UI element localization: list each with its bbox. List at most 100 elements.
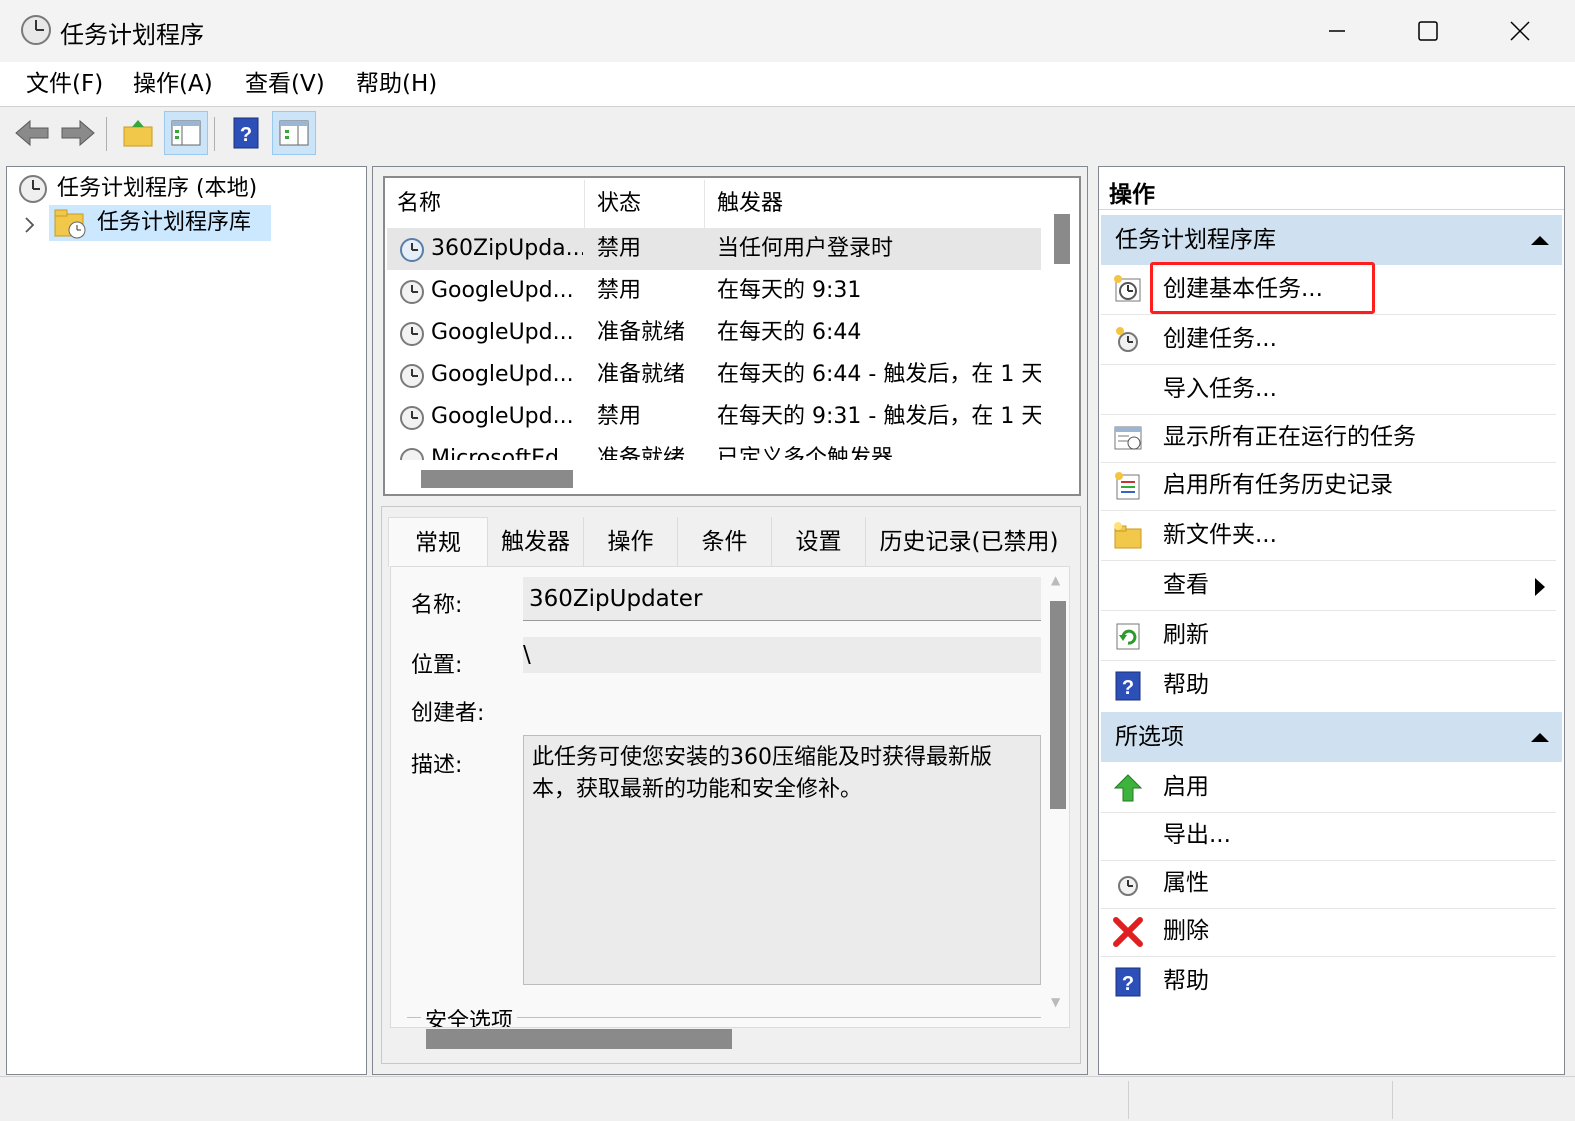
section-library-title: 任务计划程序库	[1115, 227, 1276, 253]
detail-horizontal-scroll-thumb[interactable]	[426, 1029, 732, 1049]
collapse-up-icon[interactable]	[1530, 731, 1550, 743]
table-row[interactable]: GoogleUpd... 准备就绪 在每天的 6:44 - 触发后，在 1 天	[387, 354, 1041, 396]
action-refresh[interactable]: 刷新	[1101, 611, 1556, 661]
name-label: 名称:	[411, 593, 463, 618]
action-pane-icon	[279, 120, 309, 146]
collapse-up-icon[interactable]	[1530, 234, 1550, 246]
task-name: GoogleUpd...	[431, 404, 574, 429]
action-label: 导入任务...	[1163, 376, 1277, 402]
task-name: 360ZipUpda...	[431, 236, 583, 261]
action-label: 属性	[1163, 870, 1209, 896]
description-label: 描述:	[411, 753, 463, 778]
list-horizontal-scroll-thumb[interactable]	[421, 470, 573, 488]
location-field[interactable]: \	[523, 637, 1041, 673]
scroll-thumb[interactable]	[1054, 214, 1070, 264]
table-row[interactable]: GoogleUpd... 准备就绪 在每天的 6:44	[387, 312, 1041, 354]
task-clock-icon	[400, 280, 424, 304]
action-export[interactable]: 导出...	[1101, 811, 1556, 861]
tab-settings[interactable]: 设置	[772, 517, 866, 567]
column-header-status[interactable]: 状态	[585, 180, 705, 228]
task-name: GoogleUpd...	[431, 362, 574, 387]
tab-conditions[interactable]: 条件	[678, 517, 772, 567]
back-button[interactable]	[10, 111, 54, 155]
task-name: MicrosoftEd...	[431, 446, 580, 460]
tree-root[interactable]: 任务计划程序 (本地)	[57, 173, 257, 205]
menu-action[interactable]: 操作(A)	[125, 68, 221, 100]
name-field[interactable]: 360ZipUpdater	[523, 577, 1041, 621]
action-new-folder[interactable]: 新文件夹...	[1101, 511, 1556, 561]
up-folder-button[interactable]	[116, 111, 160, 155]
svg-text:?: ?	[1122, 973, 1134, 995]
description-field[interactable]: 此任务可使您安装的360压缩能及时获得最新版本，获取最新的功能和安全修补。	[523, 735, 1041, 985]
properties-clock-icon	[1118, 876, 1138, 896]
tree-item-library[interactable]: 任务计划程序库	[49, 205, 271, 241]
general-tab-content: 名称: 360ZipUpdater 位置: \ 创建者: 描述: 此任务可使您安…	[390, 566, 1070, 1028]
action-view[interactable]: 查看	[1101, 561, 1556, 611]
tree-item-library-label: 任务计划程序库	[97, 210, 252, 235]
menu-view[interactable]: 查看(V)	[237, 68, 333, 100]
help-icon: ?	[233, 117, 259, 149]
task-status: 准备就绪	[597, 446, 686, 460]
action-show-running-tasks[interactable]: 显示所有正在运行的任务	[1101, 413, 1556, 463]
tab-general[interactable]: 常规	[388, 517, 488, 567]
section-selected-header[interactable]: 所选项	[1101, 712, 1562, 762]
task-status: 准备就绪	[597, 320, 686, 345]
table-row[interactable]: GoogleUpd... 禁用 在每天的 9:31 - 触发后，在 1 天	[387, 396, 1041, 438]
tab-actions[interactable]: 操作	[584, 517, 678, 567]
task-clock-icon	[400, 406, 424, 430]
action-properties[interactable]: 属性	[1101, 859, 1556, 909]
action-enable[interactable]: 启用	[1101, 763, 1556, 813]
action-label: 显示所有正在运行的任务	[1163, 424, 1416, 450]
action-import-task[interactable]: 导入任务...	[1101, 365, 1556, 415]
table-row[interactable]: 360ZipUpda... 禁用 当任何用户登录时	[387, 228, 1041, 270]
show-hide-action-pane-button[interactable]	[272, 111, 316, 155]
submenu-arrow-icon	[1535, 578, 1545, 596]
minimize-icon	[1329, 30, 1345, 32]
tab-triggers[interactable]: 触发器	[488, 517, 584, 567]
delete-x-icon	[1113, 917, 1143, 947]
task-clock-icon	[400, 322, 424, 346]
table-row[interactable]: MicrosoftEd... 准备就绪 已定义多个触发器	[387, 438, 1041, 460]
task-trigger: 已定义多个触发器	[717, 446, 894, 460]
task-clock-icon	[400, 448, 424, 460]
menu-help[interactable]: 帮助(H)	[348, 68, 445, 100]
column-header-trigger[interactable]: 触发器	[705, 180, 1045, 228]
detail-vertical-scrollbar[interactable]: ▲ ▼	[1047, 567, 1069, 1027]
create-task-icon	[1116, 327, 1138, 352]
svg-text:?: ?	[240, 124, 252, 146]
author-label: 创建者:	[411, 701, 485, 726]
help-icon: ?	[1115, 671, 1141, 701]
table-row[interactable]: GoogleUpd... 禁用 在每天的 9:31	[387, 270, 1041, 312]
security-options-label: 安全选项	[421, 1003, 518, 1027]
list-vertical-scrollbar[interactable]	[1051, 208, 1073, 458]
action-label: 创建任务...	[1163, 326, 1277, 352]
column-header-name[interactable]: 名称	[385, 180, 585, 228]
folder-clock-icon	[54, 209, 86, 239]
tab-history[interactable]: 历史记录(已禁用)	[866, 517, 1072, 567]
back-arrow-icon	[15, 119, 49, 147]
maximize-button[interactable]	[1383, 8, 1473, 54]
section-library-header[interactable]: 任务计划程序库	[1101, 215, 1562, 265]
close-button[interactable]	[1475, 8, 1565, 54]
menu-file[interactable]: 文件(F)	[18, 68, 111, 100]
action-label: 启用	[1163, 774, 1209, 800]
forward-button[interactable]	[56, 111, 100, 155]
task-status: 禁用	[597, 278, 642, 303]
scroll-up-arrow-icon[interactable]: ▲	[1051, 573, 1060, 587]
show-hide-console-tree-button[interactable]	[164, 111, 208, 155]
help-button[interactable]: ?	[224, 111, 268, 155]
chevron-right-icon[interactable]	[23, 215, 37, 235]
action-create-task[interactable]: 创建任务...	[1101, 315, 1556, 365]
action-enable-history[interactable]: 启用所有任务历史记录	[1101, 461, 1556, 511]
action-delete[interactable]: 删除	[1101, 907, 1556, 957]
task-trigger: 在每天的 6:44	[717, 320, 862, 345]
action-help[interactable]: ? 帮助	[1101, 661, 1556, 711]
action-label: 刷新	[1163, 622, 1209, 648]
scroll-down-arrow-icon[interactable]: ▼	[1051, 995, 1060, 1009]
scroll-thumb[interactable]	[1050, 601, 1066, 809]
toolbar-separator	[106, 117, 107, 151]
action-label: 新文件夹...	[1163, 522, 1277, 548]
action-label: 删除	[1163, 918, 1209, 944]
minimize-button[interactable]	[1292, 8, 1382, 54]
action-help-selected[interactable]: ? 帮助	[1101, 957, 1556, 1007]
